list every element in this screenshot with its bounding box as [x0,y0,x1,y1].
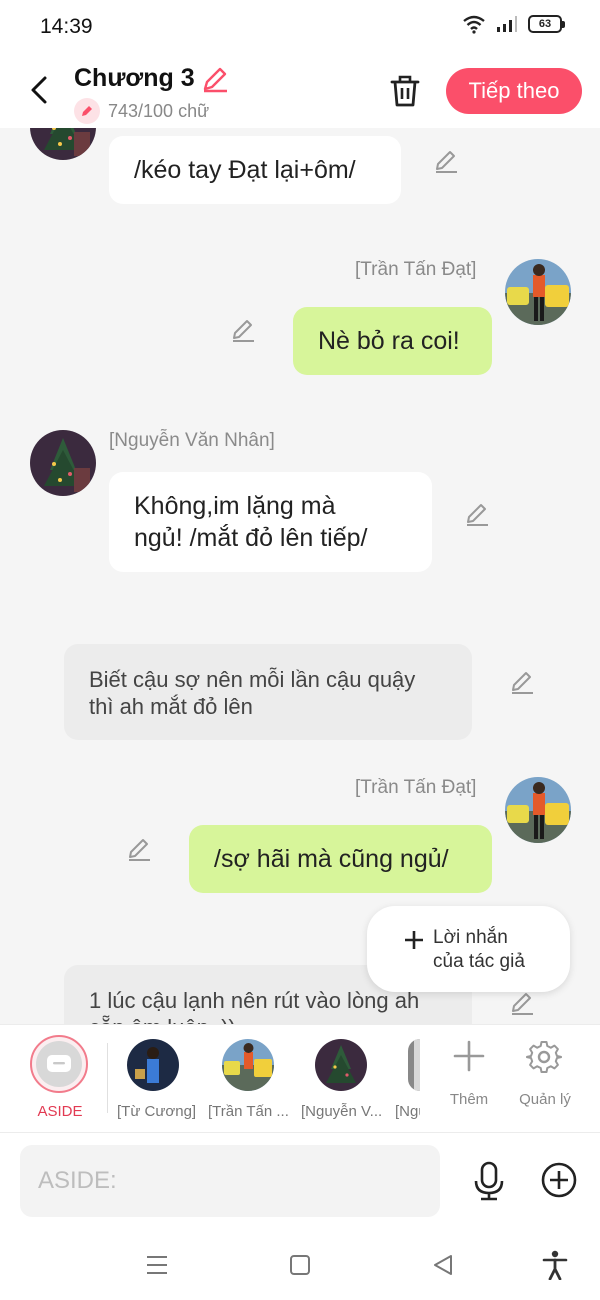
word-count: 743/100 chữ [74,98,209,124]
message-text-line: ngủ! /mắt đỏ lên tiếp/ [134,524,368,552]
edit-pencil-icon[interactable] [464,501,490,527]
edit-pencil-icon[interactable] [126,836,152,862]
wifi-icon [463,15,485,34]
triangle-back-icon [434,1255,452,1275]
add-character-button[interactable] [436,1039,502,1078]
chapter-title-text: Chương 3 [74,64,195,92]
message-bubble[interactable]: Nè bỏ ra coi! [293,307,492,375]
word-count-text: 743/100 chữ [108,100,210,121]
message-text: /sợ hãi mà cũng ngủ/ [214,845,449,873]
next-button[interactable]: Tiếp theo [446,68,582,114]
character-selector: ASIDE [Từ Cương] [Trần Tấn ... [Nguyễn V… [0,1024,600,1132]
edit-pencil-icon[interactable] [509,990,535,1016]
aside-character[interactable] [30,1035,90,1093]
system-nav-bar [0,1228,600,1300]
avatar-nguyen-van-nhan[interactable] [30,128,96,160]
battery-level: 63 [538,18,552,30]
manage-label: Quản lý [519,1091,571,1108]
aside-text-line: cẵn ôm luôn..)) [89,1014,236,1024]
speaker-name: [Trần Tấn Đạt] [355,777,477,798]
input-bar [0,1132,600,1228]
menu-nav-button[interactable] [142,1250,172,1280]
microphone-icon[interactable] [470,1161,508,1201]
aside-text-line: thì ah mắt đỏ lên [89,694,253,719]
speaker-name: [Nguyễn Văn Nhân] [109,430,275,451]
pen-badge-icon [74,98,100,124]
character-partial[interactable] [408,1039,420,1091]
character-name: [Từ Cương] [117,1103,197,1120]
character-name: [Nguyễn V... [301,1103,383,1120]
home-nav-button[interactable] [285,1250,315,1280]
character-tran-tan-dat[interactable] [222,1039,274,1091]
add-label: Thêm [449,1091,489,1108]
avatar-tran-tan-dat[interactable] [505,259,571,325]
trash-icon[interactable] [386,72,424,110]
message-text: /kéo tay Đạt lại+ôm/ [134,156,356,184]
header: Chương 3 743/100 chữ Tiếp theo [0,52,600,128]
gear-icon [526,1041,562,1073]
avatar-tran-tan-dat[interactable] [505,777,571,843]
square-icon [290,1255,310,1275]
edit-pencil-icon[interactable] [433,148,459,174]
aside-avatar[interactable] [30,1035,88,1093]
edit-pencil-icon[interactable] [230,317,256,343]
status-bar: 14:39 63 [0,0,600,52]
aside-chat-icon [36,1041,82,1087]
back-button[interactable] [24,72,54,108]
aside-label: ASIDE [37,1103,83,1120]
message-bubble[interactable]: /kéo tay Đạt lại+ôm/ [109,136,401,204]
character-tu-cuong[interactable] [127,1039,179,1091]
speaker-name: [Trần Tấn Đạt] [355,259,477,280]
plus-icon [453,1040,485,1072]
plus-icon [403,926,425,958]
author-note-button[interactable]: Lời nhắn của tác giả [367,906,570,992]
author-note-label: Lời nhắn của tác giả [433,926,525,974]
accessibility-nav-button[interactable] [540,1250,570,1280]
character-nguyen-van-nhan[interactable] [315,1039,367,1091]
chat-area[interactable]: /kéo tay Đạt lại+ôm/ [Trần Tấn Đạt] Nè b… [0,128,600,1024]
character-name: [Ngu [395,1103,420,1120]
avatar-nguyen-van-nhan[interactable] [30,430,96,496]
add-circle-icon[interactable] [540,1161,578,1199]
edit-pencil-icon[interactable] [509,669,535,695]
chevron-left-icon [31,76,47,104]
pencil-icon[interactable] [201,65,229,93]
aside-text-line: Biết cậu sợ nên mỗi lần cậu quậy [89,667,416,692]
battery-icon: 63 [528,15,565,33]
message-input[interactable] [20,1145,440,1217]
message-bubble[interactable]: Không,im lặng mà ngủ! /mắt đỏ lên tiếp/ [109,472,432,572]
message-text: Nè bỏ ra coi! [318,327,460,355]
status-icons: 63 [462,14,565,34]
message-bubble[interactable]: /sợ hãi mà cũng ngủ/ [189,825,492,893]
author-note-line: Lời nhắn [433,927,508,948]
chapter-title[interactable]: Chương 3 [74,64,229,93]
aside-text-line: 1 lúc cậu lạnh nên rút vào lòng ah [89,988,420,1013]
character-name: [Trần Tấn ... [208,1103,289,1120]
signal-icon [497,16,517,32]
manage-button[interactable] [511,1039,577,1080]
menu-icon [147,1256,167,1274]
divider [107,1043,108,1113]
message-text-line: Không,im lặng mà [134,492,336,520]
back-nav-button[interactable] [428,1250,458,1280]
author-note-line: của tác giả [433,951,525,972]
clock: 14:39 [40,15,93,38]
accessibility-icon [542,1250,568,1280]
aside-bubble[interactable]: Biết cậu sợ nên mỗi lần cậu quậy thì ah … [64,644,472,740]
